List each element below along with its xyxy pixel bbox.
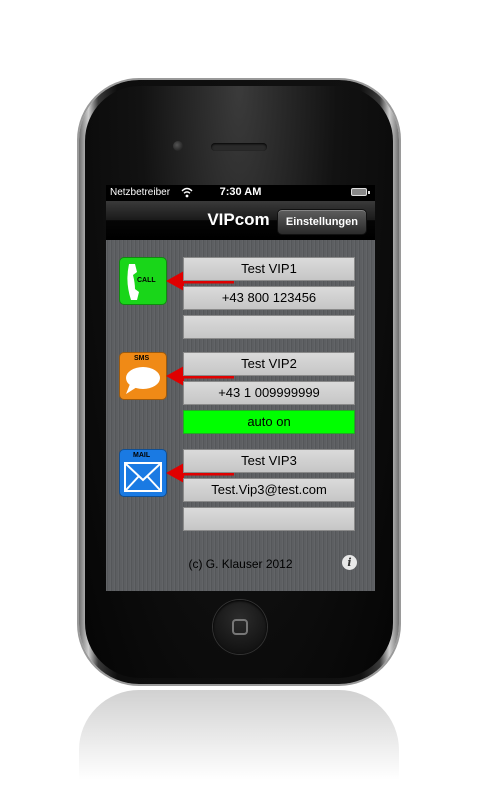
contact-3-name[interactable]: Test VIP3 [183, 449, 355, 473]
battery-icon [351, 188, 370, 196]
navigation-bar: VIPcom Einstellungen [106, 201, 375, 240]
camera-icon [173, 141, 183, 151]
contact-2-status[interactable]: auto on [183, 410, 355, 434]
contact-2-number[interactable]: +43 1 009999999 [183, 381, 355, 405]
call-button[interactable]: CALL [119, 257, 167, 305]
copyright-text: (c) G. Klauser 2012 [188, 557, 293, 571]
home-square-icon [232, 619, 248, 635]
sms-bubble-icon [126, 367, 160, 394]
contact-1-status[interactable] [183, 315, 355, 339]
status-bar: Netzbetreiber 7:30 AM [106, 185, 375, 201]
call-icon-label: CALL [137, 277, 156, 284]
earpiece-speaker [211, 143, 267, 151]
contact-1-number[interactable]: +43 800 123456 [183, 286, 355, 310]
settings-button[interactable]: Einstellungen [276, 209, 367, 235]
sms-button[interactable]: SMS [119, 352, 167, 400]
mail-button[interactable]: MAIL [119, 449, 167, 497]
status-time: 7:30 AM [219, 186, 262, 198]
contact-2-name[interactable]: Test VIP2 [183, 352, 355, 376]
app-screen: Netzbetreiber 7:30 AM VIPcom Einstellung… [106, 185, 375, 591]
contact-3-status[interactable] [183, 507, 355, 531]
contact-3-email[interactable]: Test.Vip3@test.com [183, 478, 355, 502]
contact-1-name[interactable]: Test VIP1 [183, 257, 355, 281]
info-icon[interactable]: i [342, 555, 357, 570]
phone-reflection [79, 690, 399, 780]
mail-envelope-icon [124, 462, 162, 492]
